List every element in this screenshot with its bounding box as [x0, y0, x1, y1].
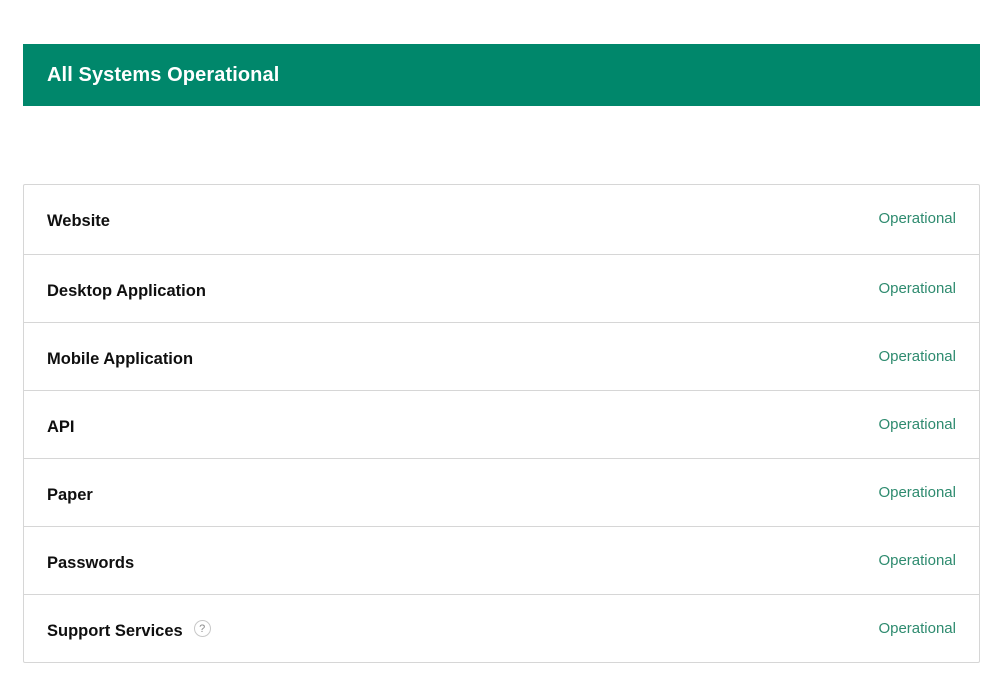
component-status: Operational — [878, 416, 956, 433]
component-status: Operational — [878, 210, 956, 227]
component-name-label: Website — [47, 212, 110, 230]
component-name: Website — [47, 212, 110, 231]
component-row-api: API Operational — [24, 390, 979, 458]
component-name: Passwords — [47, 554, 134, 573]
component-name: Desktop Application — [47, 282, 206, 301]
component-name: API — [47, 418, 75, 437]
components-list: Website Operational Desktop Application … — [23, 184, 980, 663]
status-banner: All Systems Operational — [23, 44, 980, 106]
component-status: Operational — [878, 620, 956, 637]
component-row-website: Website Operational — [24, 185, 979, 254]
component-row-support-services: Support Services ? Operational — [24, 594, 979, 662]
component-name-label: Support Services — [47, 622, 183, 640]
component-name-label: Paper — [47, 486, 93, 504]
component-name-label: Mobile Application — [47, 350, 194, 368]
component-row-mobile-application: Mobile Application Operational — [24, 322, 979, 390]
component-name-label: Desktop Application — [47, 282, 206, 300]
component-name: Mobile Application — [47, 350, 193, 369]
question-mark-icon[interactable]: ? — [193, 620, 211, 637]
component-status: Operational — [878, 348, 956, 365]
component-status: Operational — [878, 280, 956, 297]
overall-status-title: All Systems Operational — [47, 63, 280, 86]
component-status: Operational — [878, 552, 956, 569]
component-name: Support Services ? — [47, 620, 211, 641]
component-row-desktop-application: Desktop Application Operational — [24, 254, 979, 322]
component-row-passwords: Passwords Operational — [24, 526, 979, 594]
component-row-paper: Paper Operational — [24, 458, 979, 526]
component-status: Operational — [878, 484, 956, 501]
component-name: Paper — [47, 486, 93, 505]
component-name-label: API — [47, 418, 75, 436]
component-name-label: Passwords — [47, 554, 135, 572]
